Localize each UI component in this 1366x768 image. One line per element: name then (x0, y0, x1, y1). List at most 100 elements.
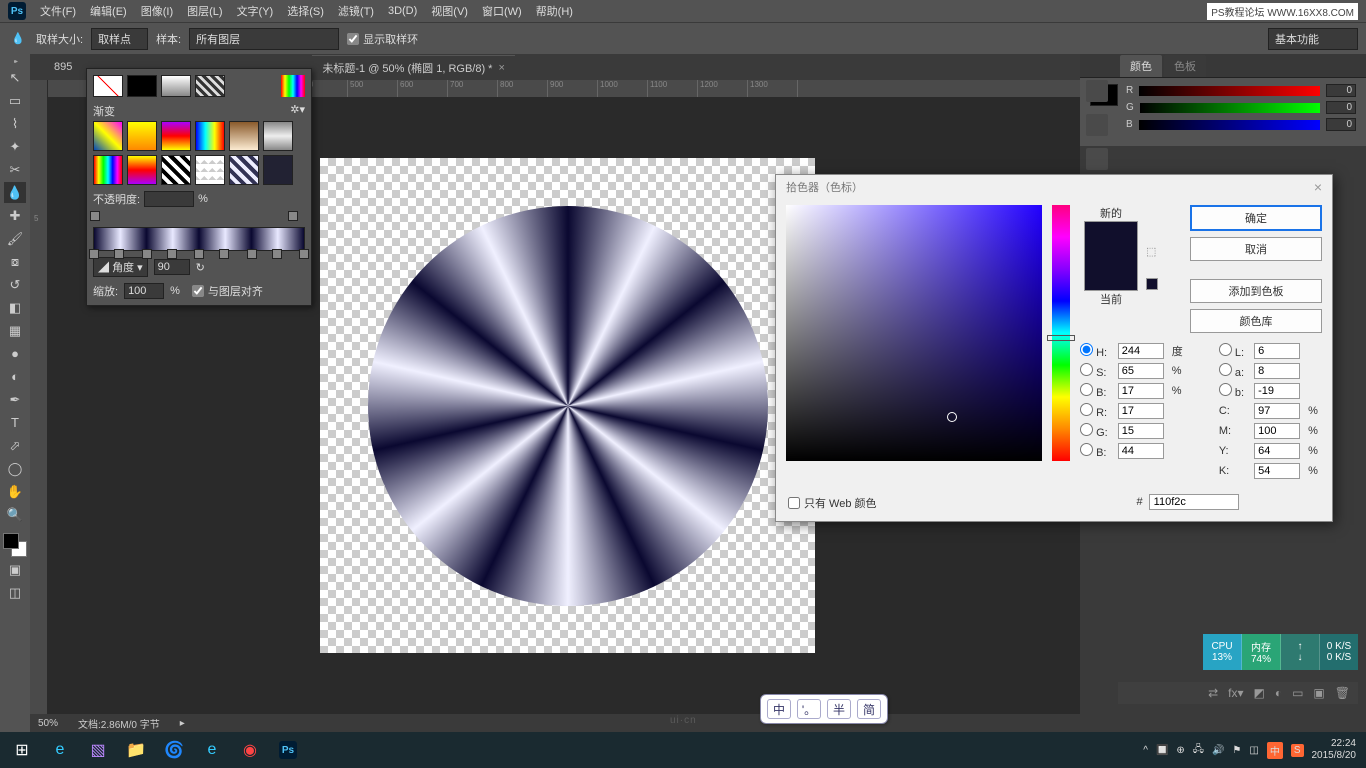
fx-icon[interactable]: fx▾ (1228, 686, 1243, 700)
pen-tool[interactable]: ✒ (4, 389, 26, 410)
new-layer-icon[interactable]: ▣ (1313, 686, 1324, 700)
close-icon[interactable]: × (498, 62, 504, 74)
ps-taskbar-icon[interactable]: Ps (272, 736, 304, 764)
adjust-icon[interactable]: ◐ (1275, 686, 1282, 700)
link-icon[interactable]: ⇄ (1208, 686, 1218, 700)
mask-icon[interactable]: ◩ (1253, 686, 1264, 700)
panel-icon[interactable] (1086, 114, 1108, 136)
picker-titlebar[interactable]: 拾色器（色标） × (776, 175, 1332, 199)
sample-select[interactable]: 所有图层 (189, 28, 339, 50)
menu-window[interactable]: 窗口(W) (482, 3, 522, 19)
shape-tool[interactable]: ◯ (4, 458, 26, 479)
ok-button[interactable]: 确定 (1190, 205, 1322, 231)
bb-input[interactable] (1118, 443, 1164, 459)
h-input[interactable] (1118, 343, 1164, 359)
tab-color[interactable]: 颜色 (1120, 55, 1162, 77)
tray-up-icon[interactable]: ^ (1143, 745, 1148, 756)
menu-filter[interactable]: 滤镜(T) (338, 3, 374, 19)
lb-radio[interactable]: b: (1219, 383, 1248, 399)
bb-radio[interactable]: B: (1080, 443, 1112, 459)
gradient-tool[interactable]: ▦ (4, 320, 26, 341)
preset[interactable] (195, 121, 225, 151)
g-slider[interactable] (1140, 103, 1320, 113)
tray-icon[interactable]: ◫ (1249, 745, 1258, 756)
preset[interactable] (263, 121, 293, 151)
vs-icon[interactable]: ▧ (82, 736, 114, 764)
s-radio[interactable]: S: (1080, 363, 1112, 379)
tray-volume-icon[interactable]: 🔊 (1212, 745, 1224, 756)
tray-sogou-icon[interactable]: S (1291, 744, 1304, 757)
preset[interactable] (229, 121, 259, 151)
menu-layer[interactable]: 图层(L) (187, 3, 222, 19)
start-button[interactable]: ⊞ (6, 736, 38, 764)
preset[interactable] (195, 155, 225, 185)
tab-swatches[interactable]: 色板 (1164, 55, 1206, 77)
doc-tab[interactable]: 未标题-1 @ 50% (椭圆 1, RGB/8) *× (312, 55, 515, 80)
lb-input[interactable] (1254, 383, 1300, 399)
fill-pattern[interactable] (195, 75, 225, 97)
path-tool[interactable]: ⬀ (4, 435, 26, 456)
tray-icon[interactable]: ⊕ (1176, 745, 1184, 756)
crop-tool[interactable]: ✂ (4, 159, 26, 180)
preset[interactable] (93, 155, 123, 185)
menu-edit[interactable]: 编辑(E) (90, 3, 127, 19)
screen-mode[interactable]: ◫ (4, 582, 26, 603)
trash-icon[interactable]: 🗑 (1335, 686, 1350, 700)
scale-input[interactable] (124, 283, 164, 299)
fill-none[interactable] (93, 75, 123, 97)
k-input[interactable] (1254, 463, 1300, 479)
menu-type[interactable]: 文字(Y) (237, 3, 274, 19)
preset[interactable] (161, 155, 191, 185)
preset[interactable] (161, 121, 191, 151)
tray-ime-icon[interactable]: 中 (1267, 742, 1283, 759)
menu-view[interactable]: 视图(V) (431, 3, 468, 19)
color-lib-button[interactable]: 颜色库 (1190, 309, 1322, 333)
l-input[interactable] (1254, 343, 1300, 359)
menu-help[interactable]: 帮助(H) (536, 3, 573, 19)
netease-icon[interactable]: ◉ (234, 736, 266, 764)
c-input[interactable] (1254, 403, 1300, 419)
hand-tool[interactable]: ✋ (4, 481, 26, 502)
canvas[interactable] (320, 158, 815, 653)
workspace-select[interactable]: 基本功能 (1268, 28, 1358, 50)
sample-size-select[interactable]: 取样点 (91, 28, 148, 50)
bv-input[interactable] (1118, 383, 1164, 399)
move-tool[interactable]: ↖ (4, 67, 26, 88)
dodge-tool[interactable]: ◐ (4, 366, 26, 387)
fill-gradient[interactable] (161, 75, 191, 97)
preset[interactable] (263, 155, 293, 185)
menu-file[interactable]: 文件(F) (40, 3, 76, 19)
bv-radio[interactable]: B: (1080, 383, 1112, 399)
r-input[interactable] (1118, 403, 1164, 419)
align-check[interactable]: 与图层对齐 (192, 283, 263, 299)
b-slider[interactable] (1139, 120, 1320, 130)
menu-image[interactable]: 图像(I) (141, 3, 173, 19)
eraser-tool[interactable]: ◧ (4, 297, 26, 318)
a-radio[interactable]: a: (1219, 363, 1248, 379)
ie-icon[interactable]: e (196, 736, 228, 764)
h-radio[interactable]: H: (1080, 343, 1112, 359)
color-spectrum[interactable] (281, 75, 305, 97)
360-icon[interactable]: 🌀 (158, 736, 190, 764)
hex-input[interactable] (1149, 494, 1239, 510)
history-brush-tool[interactable]: ↺ (4, 274, 26, 295)
show-ring-check[interactable]: 显示取样环 (347, 31, 418, 47)
cancel-button[interactable]: 取消 (1190, 237, 1322, 261)
preset[interactable] (93, 121, 123, 151)
tray-icon[interactable]: 🔲 (1156, 745, 1168, 756)
brush-tool[interactable]: 🖌 (4, 228, 26, 249)
zoom-tool[interactable]: 🔍 (4, 504, 26, 525)
opacity-input[interactable] (144, 191, 194, 207)
g-input[interactable] (1118, 423, 1164, 439)
marquee-tool[interactable]: ▭ (4, 90, 26, 111)
ime-toolbar[interactable]: 中 '。 半 简 (760, 694, 888, 724)
preset[interactable] (127, 155, 157, 185)
color-swatches[interactable] (3, 533, 27, 557)
preset[interactable] (127, 121, 157, 151)
hue-pointer[interactable] (1047, 335, 1075, 341)
stamp-tool[interactable]: ⧇ (4, 251, 26, 272)
edge-icon[interactable]: e (44, 736, 76, 764)
angle-style[interactable]: ◢ 角度 ▾ (93, 257, 148, 277)
web-only-check[interactable]: 只有 Web 颜色 (788, 495, 877, 511)
gradient-bar[interactable] (93, 227, 305, 251)
